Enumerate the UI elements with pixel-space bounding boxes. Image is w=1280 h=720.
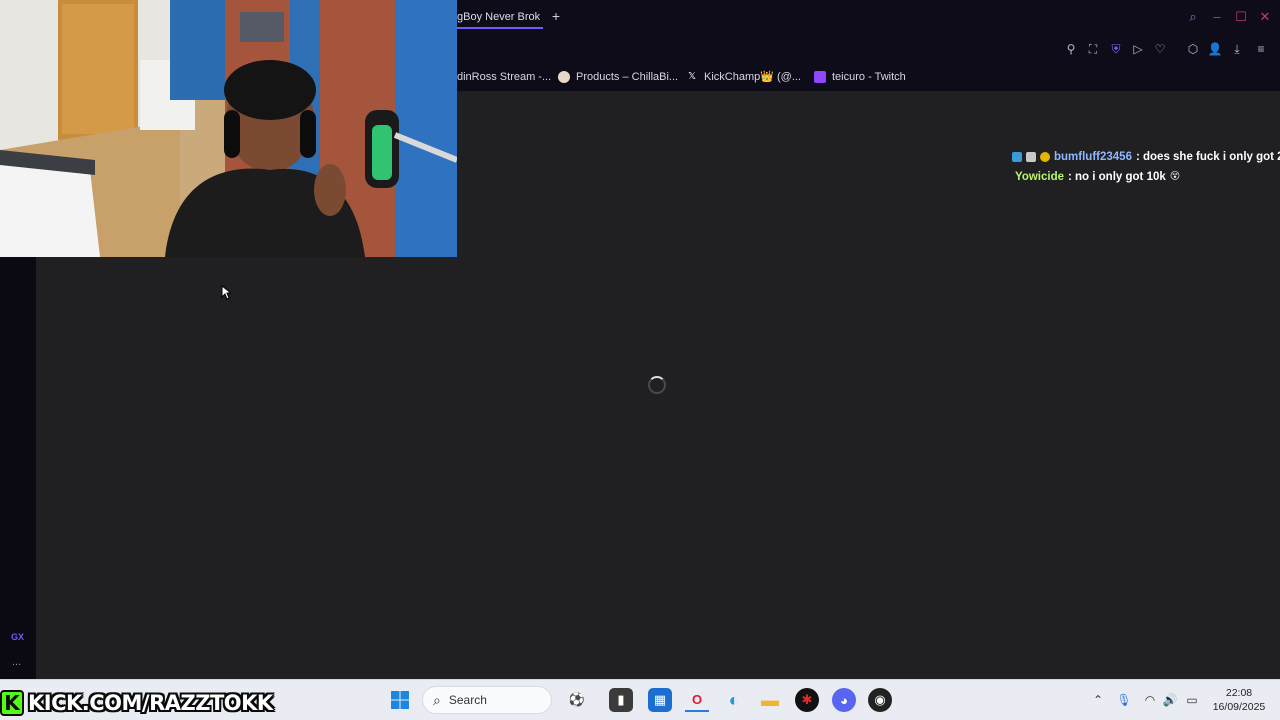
bookmark-label: dinRoss Stream -... [457, 71, 552, 83]
widgets-icon[interactable]: ⚽ [557, 690, 597, 710]
new-tab-button[interactable]: + [549, 8, 563, 24]
chat-text: : no i only got 10k [1068, 171, 1166, 183]
download-icon[interactable]: ⤓ [1228, 40, 1246, 58]
battery-icon[interactable]: ▭ [1184, 691, 1200, 709]
pin-icon[interactable]: ⚲ [1062, 40, 1080, 58]
chat-badge-icon [1040, 152, 1050, 162]
profile-icon[interactable]: 👤 [1206, 40, 1224, 58]
edge-icon[interactable]: ◐ [722, 688, 746, 712]
search-label: Search [448, 693, 487, 707]
kick-channel-banner: K KICK.COM/RAZZTOKK [0, 688, 273, 718]
gx-label[interactable]: GX [11, 632, 24, 642]
taskbar-search[interactable]: ⌕ Search [422, 686, 552, 714]
wifi-icon[interactable]: ◠ [1142, 691, 1158, 709]
clock-date: 16/09/2025 [1212, 701, 1266, 713]
chat-emote: 😵 [1169, 171, 1181, 182]
play-icon[interactable]: ▷ [1129, 40, 1147, 58]
bookmark-label: KickChamp👑 (@... [704, 71, 801, 83]
twitch-favicon-icon [814, 71, 826, 83]
bookmark-label: teicuro - Twitch [832, 71, 906, 83]
chat-message: bumfluff23456 : does she fuck i only got… [1012, 148, 1280, 166]
tray-chevron-up-icon[interactable]: ⌃ [1090, 691, 1106, 709]
chillabi-favicon-icon [558, 71, 570, 83]
browser-tab-active[interactable]: gBoy Never Brok [457, 8, 543, 26]
bookmark-item[interactable]: Products – ChillaBi... [558, 69, 678, 85]
chat-username: bumfluff23456 [1054, 151, 1132, 163]
bookmark-item[interactable]: teicuro - Twitch [814, 69, 906, 85]
microphone-icon[interactable]: 🎙 [1116, 691, 1132, 709]
bookmark-label: Products – ChillaBi... [576, 71, 679, 83]
minimize-icon[interactable]: – [1208, 8, 1226, 26]
taskbar-clock[interactable]: 22:08 16/09/2025 [1208, 686, 1270, 716]
windows-start-icon[interactable] [388, 688, 412, 712]
search-icon: ⌕ [433, 691, 441, 708]
red-app-icon[interactable]: ✱ [795, 688, 819, 712]
x-logo-icon: 𝕏 [687, 71, 697, 82]
obs-icon[interactable]: ◉ [868, 688, 892, 712]
search-tabs-icon[interactable]: ⌕ [1184, 8, 1202, 26]
task-view-icon[interactable]: ▮ [609, 688, 633, 712]
webcam-overlay [0, 0, 457, 257]
shield-icon[interactable]: ⛨ [1107, 40, 1125, 58]
webcam-scene [0, 0, 457, 257]
discord-icon[interactable]: ◕ [832, 688, 856, 712]
clock-time: 22:08 [1225, 687, 1253, 699]
chat-badge-icon [1012, 152, 1022, 162]
close-icon[interactable]: ✕ [1256, 8, 1274, 26]
chat-text: : does she fuck i only got 23k [1135, 151, 1280, 163]
windows-logo-icon [391, 691, 409, 709]
volume-icon[interactable]: 🔊 [1162, 691, 1178, 709]
bookmark-item[interactable]: dinRoss Stream -... [457, 69, 551, 85]
extensions-icon[interactable]: ⬡ [1184, 40, 1202, 58]
kick-logo-icon: K [0, 690, 24, 716]
file-explorer-icon[interactable]: ▬ [758, 688, 782, 712]
snapshot-icon[interactable]: ⛶ [1084, 40, 1102, 58]
sidebar-more-icon[interactable]: ... [12, 656, 21, 668]
bookmark-item[interactable]: 𝕏 KickChamp👑 (@... [686, 69, 801, 85]
store-icon[interactable]: ▦ [648, 688, 672, 712]
menu-icon[interactable]: ≡ [1252, 40, 1270, 58]
opera-gx-icon[interactable]: O [685, 688, 709, 712]
maximize-icon[interactable]: ☐ [1232, 8, 1250, 26]
kick-channel-url: KICK.COM/RAZZTOKK [28, 691, 273, 715]
mouse-cursor-icon [221, 285, 231, 300]
loading-spinner-icon [648, 376, 666, 394]
chat-message: Yowicide : no i only got 10k 😵 [1015, 168, 1180, 186]
active-tab-indicator [457, 27, 543, 29]
chat-username: Yowicide [1015, 171, 1064, 183]
heart-icon[interactable]: ♡ [1151, 40, 1169, 58]
chat-badge-icon [1026, 152, 1036, 162]
